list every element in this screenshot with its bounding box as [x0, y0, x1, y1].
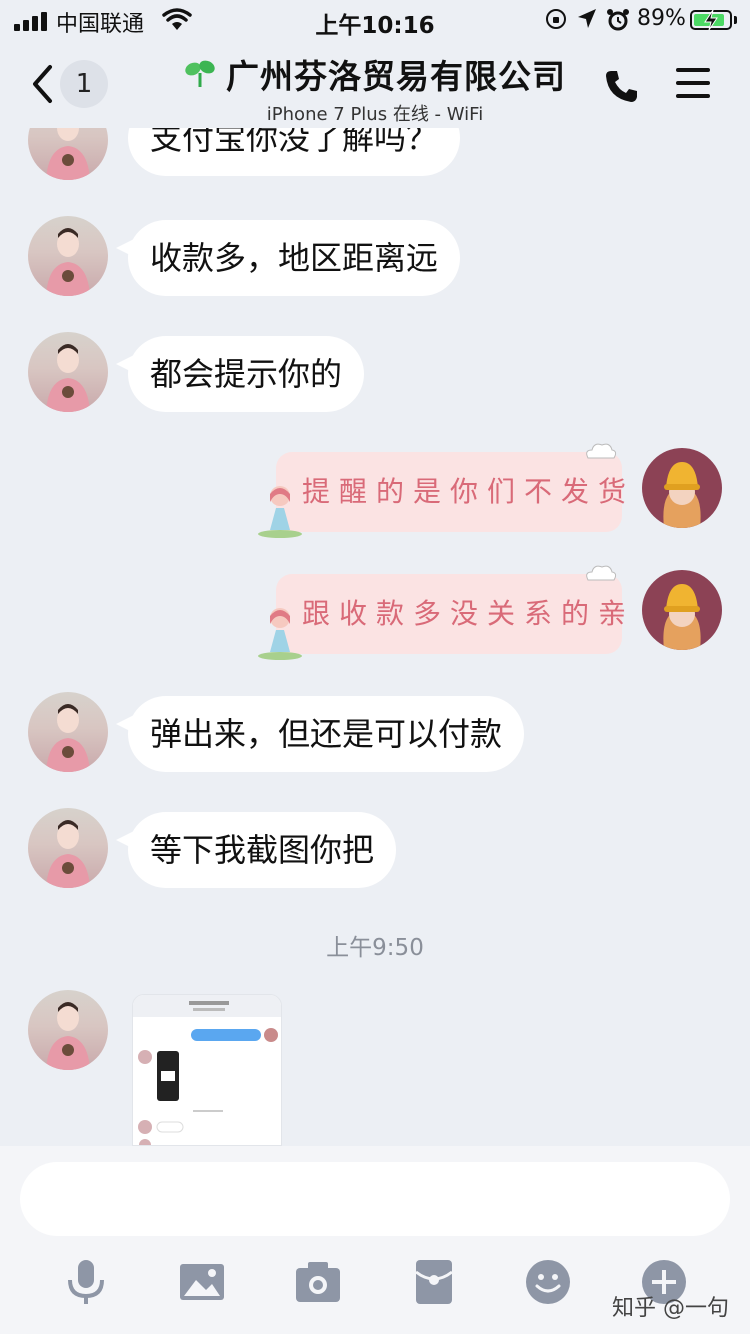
unread-count-badge[interactable]: 1 — [60, 60, 108, 108]
status-bar: 中国联通 上午10:16 89% — [0, 0, 750, 40]
message-text: 跟收款多没关系的亲 — [302, 597, 636, 630]
message-bubble[interactable]: 弹出来，但还是可以付款 — [128, 696, 525, 772]
message-list[interactable]: 支付宝你没了解吗？ 收款多，地区距离远 都会提示你的 提醒的是你们不发货 跟收款… — [0, 128, 750, 1146]
red-packet-icon[interactable] — [410, 1258, 458, 1306]
message-input[interactable] — [20, 1162, 730, 1236]
message-bubble-mine[interactable]: 跟收款多没关系的亲 — [276, 574, 626, 654]
microphone-icon[interactable] — [62, 1258, 110, 1306]
contact-avatar[interactable] — [28, 808, 108, 888]
message-text: 支付宝你没了解吗？ — [150, 128, 439, 157]
zhihu-watermark: 知乎 @一句 — [612, 1296, 729, 1321]
chat-header: 1 广州芬洛贸易有限公司 iPhone 7 Plus 在线 - WiFi — [0, 40, 750, 128]
back-chevron-icon[interactable] — [30, 64, 54, 104]
message-bubble[interactable]: 都会提示你的 — [128, 336, 365, 412]
rotation-lock-icon — [546, 9, 566, 29]
camera-icon[interactable] — [294, 1258, 342, 1306]
image-icon[interactable] — [178, 1258, 226, 1306]
message-text: 等下我截图你把 — [150, 831, 375, 869]
screenshot-preview-image — [133, 995, 281, 1145]
contact-avatar[interactable] — [28, 216, 108, 296]
chat-title-area[interactable]: 广州芬洛贸易有限公司 iPhone 7 Plus 在线 - WiFi — [150, 50, 600, 126]
contact-avatar[interactable] — [28, 990, 108, 1070]
chat-title: 广州芬洛贸易有限公司 — [226, 57, 566, 96]
location-icon — [578, 9, 596, 28]
alarm-icon — [607, 9, 629, 31]
battery-percent: 89% — [637, 6, 686, 31]
cloud-deco-icon — [586, 443, 617, 459]
message-text: 弹出来，但还是可以付款 — [150, 715, 503, 753]
message-text: 提醒的是你们不发货 — [302, 475, 636, 508]
contact-avatar[interactable] — [28, 692, 108, 772]
online-status: iPhone 7 Plus 在线 - WiFi — [266, 104, 484, 125]
my-avatar[interactable] — [642, 570, 722, 650]
sprout-icon — [185, 60, 215, 87]
contact-avatar[interactable] — [28, 128, 108, 180]
emoji-icon[interactable] — [524, 1258, 572, 1306]
message-bubble[interactable]: 等下我截图你把 — [128, 812, 397, 888]
message-bubble[interactable]: 收款多，地区距离远 — [128, 220, 461, 296]
message-bubble-mine[interactable]: 提醒的是你们不发货 — [276, 452, 626, 532]
phone-icon[interactable] — [604, 68, 640, 104]
girl-sticker-icon — [258, 486, 302, 538]
message-bubble[interactable]: 支付宝你没了解吗？ — [128, 128, 461, 176]
menu-icon[interactable] — [676, 68, 710, 98]
message-text: 都会提示你的 — [150, 355, 343, 393]
cloud-deco-icon — [586, 565, 617, 581]
contact-avatar[interactable] — [28, 332, 108, 412]
screenshot-image-message[interactable] — [132, 994, 282, 1146]
girl-sticker-icon — [258, 608, 302, 660]
battery-nub — [734, 16, 737, 24]
my-avatar[interactable] — [642, 448, 722, 528]
time-divider: 上午9:50 — [326, 935, 424, 961]
message-text: 收款多，地区距离远 — [150, 239, 439, 277]
charging-bolt-icon — [704, 9, 718, 31]
